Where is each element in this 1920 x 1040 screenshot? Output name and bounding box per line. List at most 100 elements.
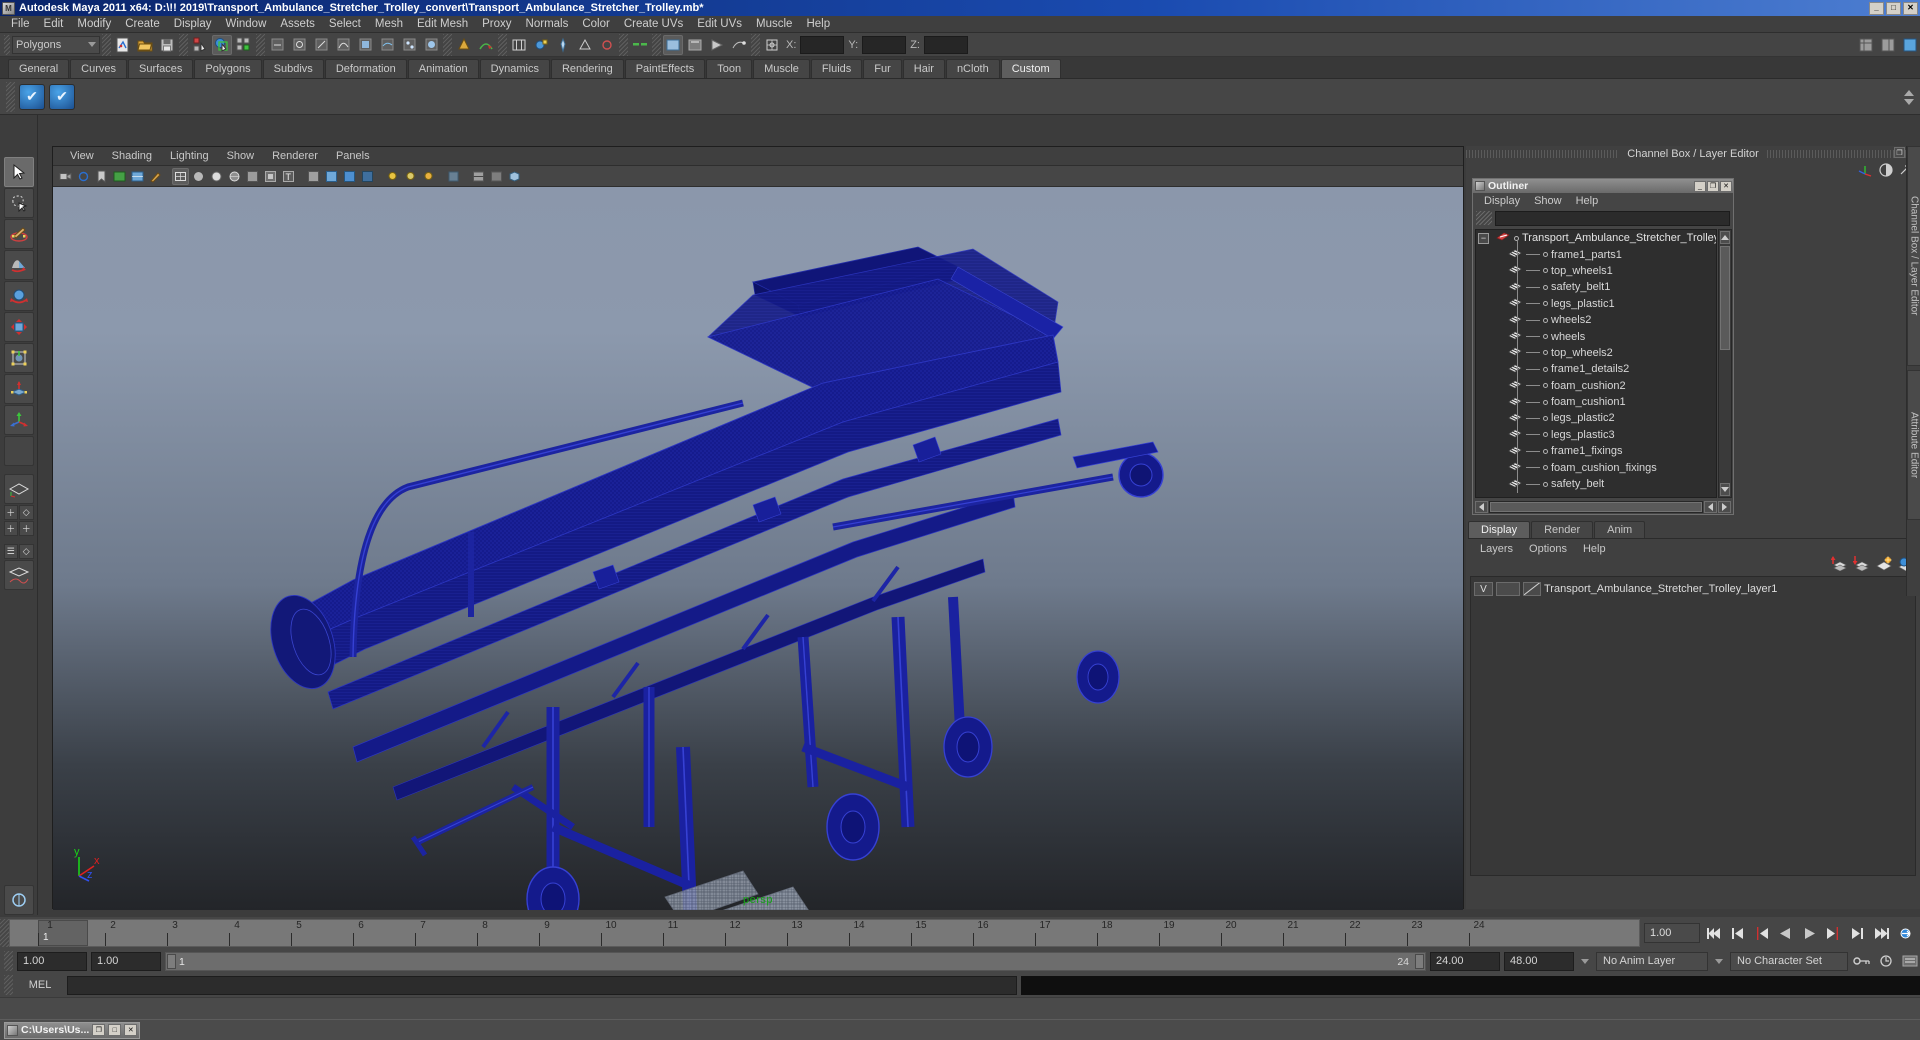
minimize-button[interactable]: _	[1869, 1, 1884, 15]
play-backwards-icon[interactable]	[1775, 923, 1796, 944]
render-globals-icon[interactable]	[597, 35, 617, 55]
menu-edit-uvs[interactable]: Edit UVs	[690, 16, 749, 33]
layer-visibility-toggle[interactable]: V	[1474, 582, 1493, 596]
smooth-shade-selected-icon[interactable]	[208, 168, 225, 185]
time-slider-grip[interactable]	[0, 919, 9, 947]
shelf-tab-fluids[interactable]: Fluids	[810, 59, 863, 78]
step-back-keyframe-icon[interactable]	[1727, 923, 1748, 944]
layer-color-swatch[interactable]	[1523, 582, 1541, 596]
layer-tab-render[interactable]: Render	[1531, 521, 1594, 538]
shelf-tab-hair[interactable]: Hair	[902, 59, 945, 78]
playback-end-time-field[interactable]: 24.00	[1430, 951, 1500, 971]
check-mark-shelf-button-1[interactable]: ✔	[19, 83, 45, 110]
outliner-search-input[interactable]	[1495, 210, 1730, 226]
shelf-tab-animation[interactable]: Animation	[407, 59, 479, 78]
paint-weights-tool[interactable]	[3, 885, 34, 915]
texture-display-icon[interactable]: T	[280, 168, 297, 185]
check-mark-shelf-button-2[interactable]: ✔	[49, 83, 75, 110]
shelf-tab-subdivs[interactable]: Subdivs	[262, 59, 324, 78]
outliner-scroll-right-button-1[interactable]	[1704, 500, 1717, 513]
layout-persp-graph-editor[interactable]	[3, 560, 34, 590]
step-back-frame-icon[interactable]	[1751, 923, 1772, 944]
show-outliner-panel-icon[interactable]	[1856, 35, 1876, 55]
menu-edit-mesh[interactable]: Edit Mesh	[410, 16, 475, 33]
animation-preferences-button[interactable]	[1900, 952, 1920, 971]
gamma-icon[interactable]	[488, 168, 505, 185]
camera-attributes-icon[interactable]	[75, 168, 92, 185]
show-manipulator-tool[interactable]	[3, 405, 34, 435]
character-set-dropdown-arrow[interactable]	[1712, 952, 1726, 971]
new-layer-icon[interactable]	[1875, 556, 1892, 571]
menu-help[interactable]: Help	[799, 16, 837, 33]
lighting-selected-icon[interactable]	[341, 168, 358, 185]
snap-to-curve-icon[interactable]	[476, 35, 496, 55]
lasso-select-tool[interactable]	[3, 188, 34, 218]
toggle-sidebar-icon[interactable]	[630, 35, 650, 55]
outliner-row-child[interactable]: foam_cushion2	[1476, 378, 1716, 394]
open-scene-icon[interactable]	[135, 35, 155, 55]
outliner-scroll-up-button[interactable]	[1720, 231, 1730, 244]
use-default-material-icon[interactable]	[244, 168, 261, 185]
render-settings-icon[interactable]	[575, 35, 595, 55]
viewport-menu-shading[interactable]: Shading	[103, 148, 161, 165]
bookmark-icon[interactable]	[93, 168, 110, 185]
layer-tab-anim[interactable]: Anim	[1594, 521, 1646, 538]
layout-single-perspective-view[interactable]	[3, 474, 34, 504]
menu-file[interactable]: File	[4, 16, 37, 33]
select-by-hierarchy-icon[interactable]	[190, 35, 210, 55]
anim-start-time-field[interactable]: 1.00	[17, 951, 87, 971]
light-bulb-two-icon[interactable]	[402, 168, 419, 185]
close-button[interactable]: ✕	[1903, 1, 1918, 15]
select-mask-rendering-icon[interactable]	[421, 35, 441, 55]
shelf-tab-muscle[interactable]: Muscle	[753, 59, 810, 78]
step-forward-keyframe-icon[interactable]	[1847, 923, 1868, 944]
rotate-tool[interactable]	[3, 312, 34, 342]
command-language-label[interactable]: MEL	[17, 979, 63, 991]
taskbar-restore-button[interactable]: ❐	[92, 1024, 106, 1036]
outliner-row-child[interactable]: foam_cushion_fixings	[1476, 459, 1716, 475]
outliner-row-child[interactable]: foam_cushion1	[1476, 394, 1716, 410]
play-forwards-icon[interactable]	[1799, 923, 1820, 944]
menu-select[interactable]: Select	[322, 16, 368, 33]
range-slider-track[interactable]: 1 24	[165, 951, 1426, 971]
menu-window[interactable]: Window	[218, 16, 273, 33]
lighting-default-icon[interactable]	[305, 168, 322, 185]
shelf-tab-surfaces[interactable]: Surfaces	[127, 59, 194, 78]
viewport-menu-view[interactable]: View	[61, 148, 103, 165]
menu-normals[interactable]: Normals	[519, 16, 576, 33]
taskbar-close-button[interactable]: ✕	[124, 1024, 138, 1036]
layer-tab-display[interactable]: Display	[1468, 521, 1531, 538]
outliner-collapse-icon[interactable]: −	[1478, 232, 1489, 244]
select-mask-dynamics-icon[interactable]	[399, 35, 419, 55]
outliner-row-child[interactable]: legs_plastic1	[1476, 296, 1716, 312]
shade-options-icon[interactable]	[262, 168, 279, 185]
anim-layer-dropdown-arrow[interactable]	[1578, 952, 1592, 971]
y-input[interactable]	[862, 35, 907, 54]
shelf-tab-polygons[interactable]: Polygons	[194, 59, 262, 78]
select-by-object-type-icon[interactable]	[212, 34, 232, 55]
save-scene-icon[interactable]	[157, 35, 177, 55]
outliner-row-child[interactable]: frame1_parts1	[1476, 246, 1716, 262]
show-channel-box-icon[interactable]	[707, 35, 727, 55]
layer-row[interactable]: V Transport_Ambulance_Stretcher_Trolley_…	[1471, 580, 1915, 598]
menu-create[interactable]: Create	[118, 16, 167, 33]
outliner-scroll-right-button-2[interactable]	[1718, 500, 1731, 513]
shelf-scroll-up-icon[interactable]	[1904, 89, 1914, 96]
outliner-row-child[interactable]: wheels2	[1476, 312, 1716, 328]
layout-persp-view[interactable]: ◇	[19, 505, 34, 520]
outliner-row-child[interactable]: legs_plastic2	[1476, 410, 1716, 426]
shelf-scroll-down-icon[interactable]	[1904, 98, 1914, 105]
outliner-close-button[interactable]: ✕	[1720, 180, 1732, 192]
go-to-end-icon[interactable]	[1871, 923, 1892, 944]
layer-menu-layers[interactable]: Layers	[1472, 541, 1521, 557]
outliner-row-child[interactable]: safety_belt1	[1476, 279, 1716, 295]
select-tool[interactable]	[3, 157, 34, 187]
smooth-shade-all-icon[interactable]	[190, 168, 207, 185]
maximize-button[interactable]: □	[1886, 1, 1901, 15]
construction-history-icon[interactable]	[509, 35, 529, 55]
show-channel-panel-icon[interactable]	[1900, 35, 1920, 55]
shadows-icon[interactable]	[359, 168, 376, 185]
select-mask-curves-icon[interactable]	[333, 35, 353, 55]
center-pivot-icon[interactable]	[762, 35, 782, 55]
go-to-start-icon[interactable]	[1703, 923, 1724, 944]
